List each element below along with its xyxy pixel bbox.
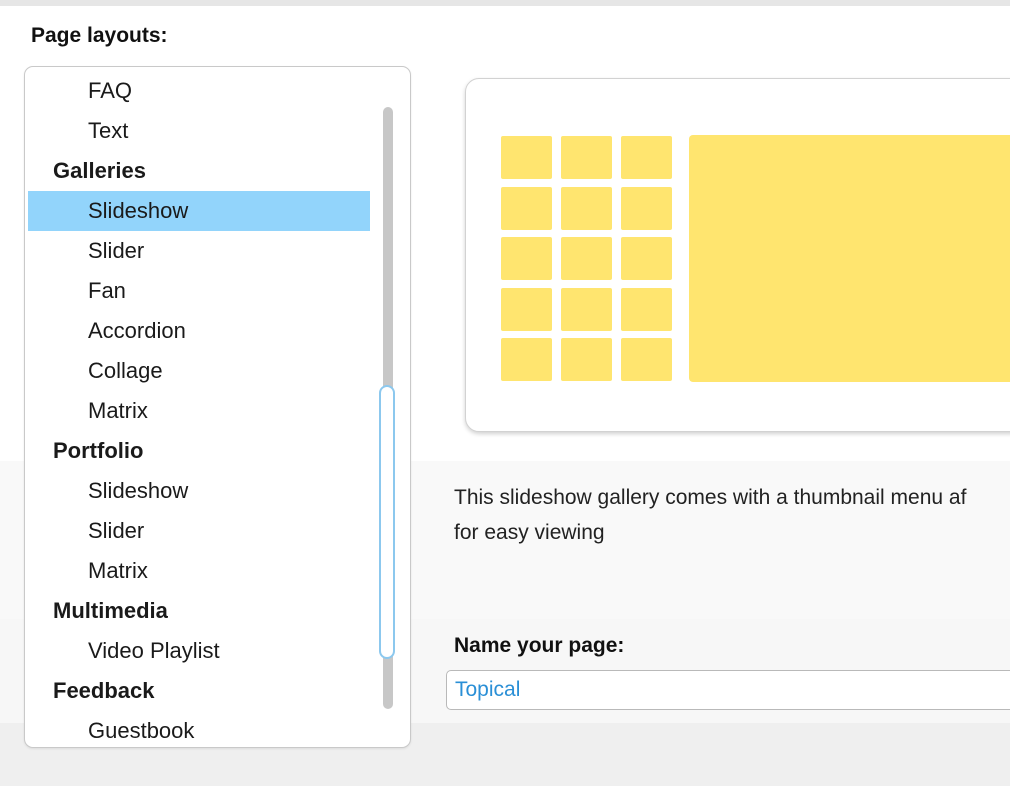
preview-thumbnail	[501, 237, 552, 280]
page-name-input[interactable]	[446, 670, 1010, 710]
layout-list-rows: FAQ Text Galleries Slideshow Slider Fan Accord…	[25, 71, 410, 747]
layout-description: This slideshow gallery comes with a thum…	[454, 486, 967, 544]
layout-group-header: Portfolio	[53, 438, 144, 463]
layout-item[interactable]: Accordion	[25, 311, 410, 351]
layout-preview	[465, 78, 1010, 432]
layout-group-header: Feedback	[53, 678, 155, 703]
preview-thumbnail	[501, 186, 552, 230]
preview-thumbnail	[561, 338, 612, 381]
layout-item[interactable]: Matrix	[25, 551, 410, 591]
preview-thumbnail	[621, 186, 672, 230]
preview-thumbnail	[561, 186, 612, 230]
preview-thumbnail	[621, 136, 672, 179]
layout-item[interactable]: Slideshow	[25, 471, 410, 511]
layout-item[interactable]: Collage	[25, 351, 410, 391]
layout-item[interactable]: Guestbook	[25, 711, 410, 747]
layout-group-header: Multimedia	[53, 598, 168, 623]
scrollbar-thumb[interactable]	[379, 385, 395, 659]
preview-thumbnail	[621, 237, 672, 280]
layout-item[interactable]: Text	[25, 111, 410, 151]
preview-thumbnail	[561, 287, 612, 331]
layout-item[interactable]: Matrix	[25, 391, 410, 431]
layout-item[interactable]: FAQ	[25, 71, 410, 111]
layout-item[interactable]: Video Playlist	[25, 631, 410, 671]
preview-thumbnail	[501, 287, 552, 331]
layout-item[interactable]: Fan	[25, 271, 410, 311]
preview-thumbnail	[561, 136, 612, 179]
preview-thumbnail	[561, 237, 612, 280]
name-page-label: Name your page:	[454, 634, 625, 657]
preview-main-slide	[689, 135, 1010, 382]
layout-item[interactable]: Slider	[25, 511, 410, 551]
layout-item-selected[interactable]: Slideshow	[28, 191, 370, 231]
preview-thumbnail	[621, 338, 672, 381]
page-layout-chooser: Page layouts: FAQ Text Galleries Slideshow S…	[0, 0, 1010, 786]
page-layouts-heading: Page layouts:	[31, 24, 168, 47]
preview-thumbnail	[621, 287, 672, 331]
preview-thumbnail	[501, 136, 552, 179]
layout-group-header: Galleries	[53, 158, 146, 183]
preview-thumbnail	[501, 338, 552, 381]
layout-list[interactable]: FAQ Text Galleries Slideshow Slider Fan Accord…	[24, 66, 411, 748]
layout-item[interactable]: Slider	[25, 231, 410, 271]
